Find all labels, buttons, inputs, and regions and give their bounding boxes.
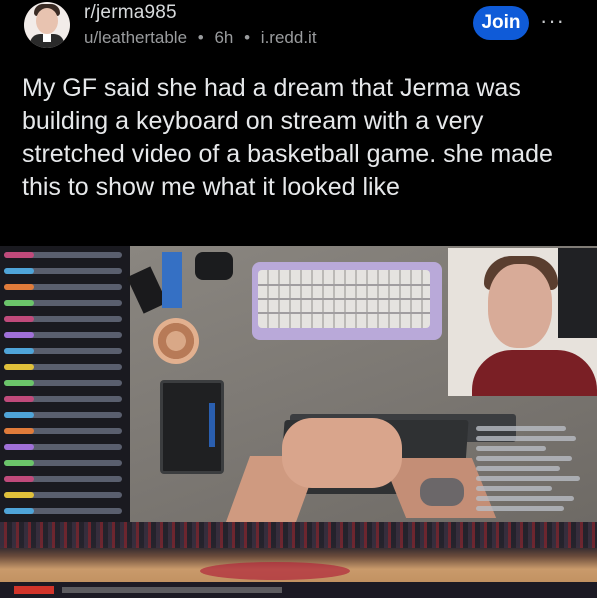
post-domain[interactable]: i.redd.it [261,28,317,47]
avatar-face [36,8,58,34]
post-age: 6h [214,28,234,47]
hands [282,418,402,488]
more-options-icon[interactable]: ··· [540,8,565,34]
avatar-collar [43,34,51,42]
post-header: r/jerma985 u/leathertable • 6h • i.redd.… [0,0,597,62]
broadcast-ticker [0,582,597,598]
stream-chat-left [0,246,130,522]
crowd [0,522,597,548]
dark-tool [195,252,233,280]
post-title[interactable]: My GF said she had a dream that Jerma wa… [22,72,582,204]
court-paint [200,562,350,580]
copper-dish [153,318,199,364]
subreddit-name[interactable]: r/jerma985 [84,2,177,24]
subreddit-avatar[interactable] [24,2,70,48]
meta-separator: • [197,28,204,47]
post-image[interactable] [0,246,597,598]
stream-chat-right [476,422,588,518]
join-button[interactable]: Join [473,6,529,40]
author-link[interactable]: u/leathertable [84,28,187,47]
post-meta: u/leathertable • 6h • i.redd.it [84,28,317,48]
blue-tool [162,252,182,308]
tattoo [420,478,464,506]
meta-separator: • [244,28,251,47]
screw-box [160,380,224,474]
keyboard [252,262,442,340]
webcam-overlay [448,248,597,396]
